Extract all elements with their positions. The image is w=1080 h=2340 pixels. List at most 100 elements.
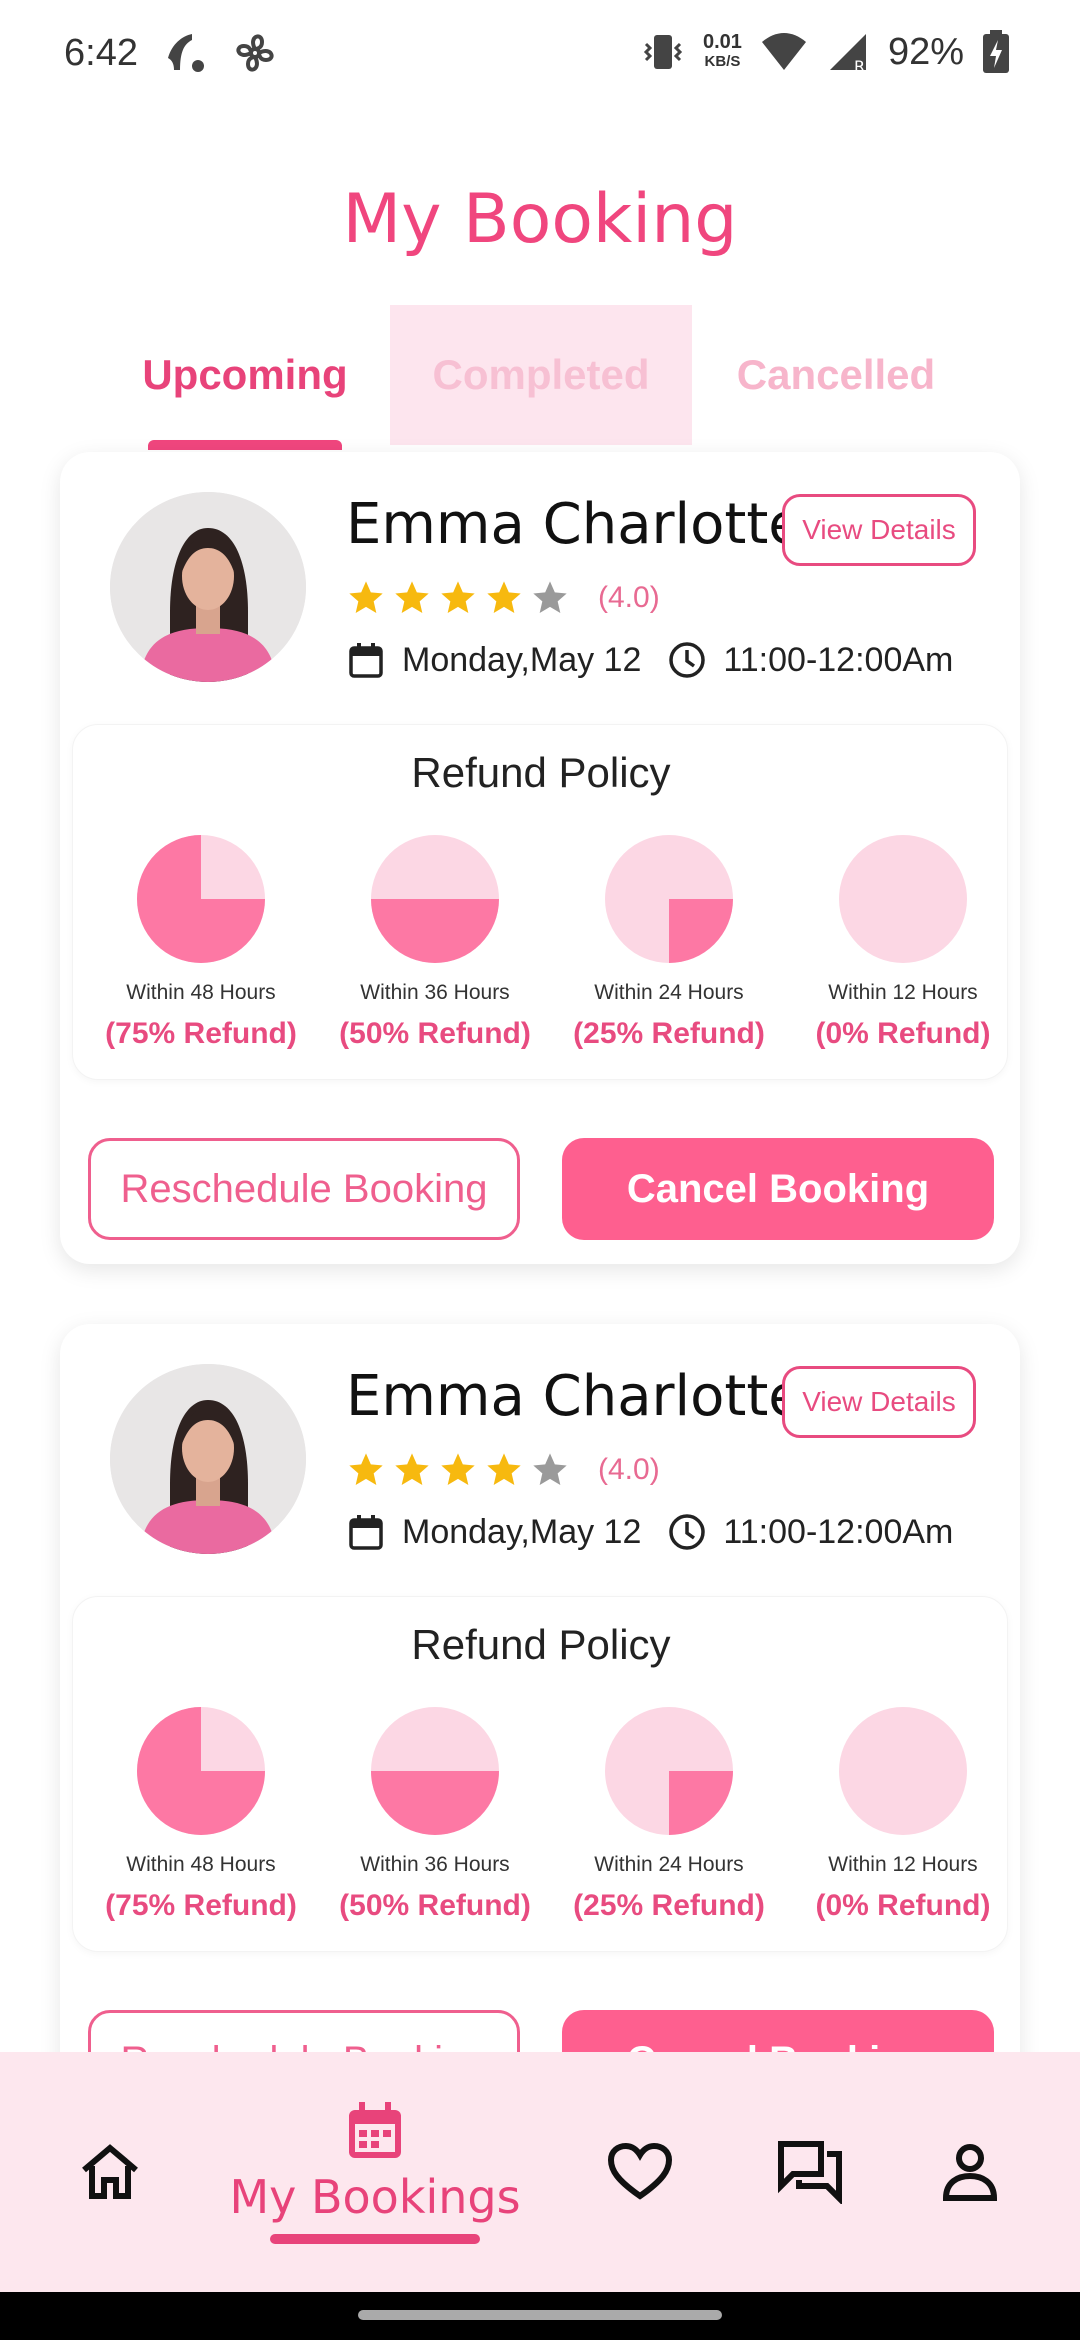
- refund-percentage: (0% Refund): [815, 1017, 991, 1050]
- refund-pie-chart: [371, 835, 499, 963]
- booking-date: Monday,May 12: [402, 640, 642, 679]
- home-gesture-handle[interactable]: [358, 2310, 722, 2320]
- net-speed-unit: KB/S: [704, 53, 741, 70]
- star-filled-icon: [441, 581, 475, 613]
- wifi-icon: [761, 33, 806, 70]
- refund-pie-chart: [137, 1707, 265, 1835]
- rating-stars: (4.0): [346, 578, 660, 618]
- refund-window-label: Within 36 Hours: [360, 1853, 510, 1876]
- battery-percent: 92%: [887, 30, 964, 73]
- rating-value: (4.0): [598, 1453, 660, 1486]
- booking-card: Emma Charlotte View Details (4.0) Monday…: [60, 1324, 1020, 2136]
- active-tab-indicator: [148, 440, 342, 450]
- tab-cancelled[interactable]: Cancelled: [692, 305, 980, 445]
- refund-window-label: Within 48 Hours: [126, 981, 276, 1004]
- star-empty-icon: [533, 581, 567, 613]
- avatar: [110, 492, 306, 682]
- refund-policy-title: Refund Policy: [411, 749, 671, 796]
- refund-pie-chart: [605, 1707, 733, 1835]
- pie-slice: [371, 899, 499, 963]
- star-filled-icon: [441, 1453, 475, 1485]
- carrier-icon: [168, 34, 204, 72]
- refund-window-label: Within 24 Hours: [594, 981, 744, 1004]
- star-filled-icon: [395, 1453, 429, 1485]
- star-filled-icon: [349, 1453, 383, 1485]
- calendar-icon: [349, 643, 383, 678]
- refund-percentage: (75% Refund): [105, 1017, 297, 1050]
- pie-background: [839, 835, 967, 963]
- page-title: My Booking: [342, 180, 738, 259]
- booking-meta: Monday,May 12 11:00-12:00Am: [346, 640, 953, 680]
- battery-charging-icon: [983, 30, 1009, 73]
- net-speed-value: 0.01: [703, 31, 742, 53]
- nav-my-bookings[interactable]: My Bookings: [220, 2052, 530, 2292]
- reschedule-button[interactable]: Reschedule Booking: [88, 1138, 520, 1240]
- pie-slice: [669, 1771, 733, 1835]
- refund-pie-chart: [839, 1707, 967, 1835]
- svg-text:R: R: [854, 57, 865, 74]
- bottom-navigation: My Bookings: [0, 2052, 1080, 2292]
- heart-icon: [607, 2142, 673, 2200]
- nav-profile[interactable]: [900, 2052, 1040, 2292]
- chat-icon: [778, 2141, 842, 2204]
- booking-tabs: Upcoming Completed Cancelled: [100, 305, 980, 450]
- tab-completed[interactable]: Completed: [390, 305, 692, 445]
- calendar-icon: [349, 2102, 401, 2158]
- star-filled-icon: [487, 581, 521, 613]
- pie-background: [839, 1707, 967, 1835]
- booking-meta: Monday,May 12 11:00-12:00Am: [346, 1512, 953, 1552]
- star-empty-icon: [533, 1453, 567, 1485]
- tab-upcoming[interactable]: Upcoming: [100, 305, 390, 445]
- pie-slice: [669, 899, 733, 963]
- person-photo: [110, 492, 306, 682]
- provider-name: Emma Charlotte: [346, 1364, 803, 1429]
- refund-percentage: (50% Refund): [339, 1889, 531, 1922]
- rating-value: (4.0): [598, 581, 660, 614]
- clock-icon: [669, 642, 706, 678]
- person-photo: [110, 1364, 306, 1554]
- booking-card: Emma Charlotte View Details (4.0) Monday…: [60, 452, 1020, 1264]
- status-time: 6:42: [64, 32, 138, 74]
- refund-window-label: Within 12 Hours: [828, 1853, 978, 1876]
- refund-window-label: Within 36 Hours: [360, 981, 510, 1004]
- refund-pie-chart: [605, 835, 733, 963]
- status-bar: 6:42 0.01 KB/S R 92%: [0, 0, 1080, 110]
- refund-window-label: Within 12 Hours: [828, 981, 978, 1004]
- view-details-button[interactable]: View Details: [782, 1366, 976, 1438]
- status-right-icons: 0.01 KB/S R 92%: [641, 30, 1010, 74]
- refund-policy-panel: Refund Policy Within 48 Hours (75% Refund…: [72, 724, 1008, 1080]
- stars-container: [346, 1450, 570, 1490]
- refund-percentage: (50% Refund): [339, 1017, 531, 1050]
- pie-slice: [371, 1771, 499, 1835]
- booking-date: Monday,May 12: [402, 1512, 642, 1551]
- refund-pie-chart: [371, 1707, 499, 1835]
- refund-percentage: (75% Refund): [105, 1889, 297, 1922]
- stars-container: [346, 578, 570, 618]
- vibrate-icon: [643, 35, 683, 69]
- refund-percentage: (0% Refund): [815, 1889, 991, 1922]
- refund-window-label: Within 48 Hours: [126, 1853, 276, 1876]
- refund-policy-title: Refund Policy: [411, 1621, 671, 1668]
- clock-icon: [669, 1514, 706, 1550]
- star-filled-icon: [395, 581, 429, 613]
- refund-pie-chart: [137, 835, 265, 963]
- nav-active-indicator: [270, 2234, 480, 2244]
- refund-pie-chart: [839, 835, 967, 963]
- home-icon: [82, 2144, 138, 2199]
- view-details-button[interactable]: View Details: [782, 494, 976, 566]
- avatar: [110, 1364, 306, 1554]
- star-filled-icon: [487, 1453, 521, 1485]
- booking-time: 11:00-12:00Am: [723, 640, 954, 679]
- system-gesture-bar: [0, 2292, 1080, 2340]
- refund-percentage: (25% Refund): [573, 1017, 765, 1050]
- status-left-icons: [162, 30, 278, 76]
- fan-icon: [236, 34, 274, 72]
- provider-name: Emma Charlotte: [346, 492, 803, 557]
- signal-icon: R: [829, 34, 866, 74]
- nav-messages[interactable]: [740, 2052, 880, 2292]
- nav-favorites[interactable]: [570, 2052, 710, 2292]
- cancel-booking-button[interactable]: Cancel Booking: [562, 1138, 994, 1240]
- nav-home[interactable]: [40, 2052, 180, 2292]
- calendar-icon: [349, 1515, 383, 1550]
- star-filled-icon: [349, 581, 383, 613]
